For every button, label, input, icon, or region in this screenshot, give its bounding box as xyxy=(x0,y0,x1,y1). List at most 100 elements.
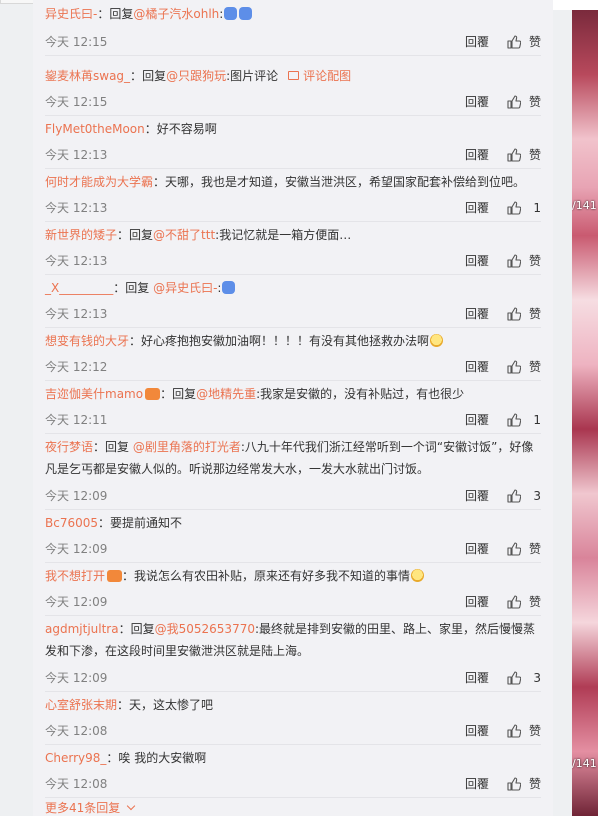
like-count: 赞 xyxy=(528,595,541,609)
separator: ： xyxy=(160,387,173,401)
comment-meta: 今天 12:13 回覆 赞 xyxy=(45,253,541,269)
like-button[interactable]: 赞 xyxy=(507,776,541,792)
comment-text: 异史氏曰-：回复@橘子汽水ohlh: xyxy=(45,3,541,25)
comment-meta: 今天 12:08 回覆 赞 xyxy=(45,723,541,739)
reply-button[interactable]: 回覆 xyxy=(465,541,489,557)
mention-link[interactable]: @地精先重 xyxy=(196,387,256,401)
reply-button[interactable]: 回覆 xyxy=(465,200,489,216)
comment-body: : xyxy=(217,281,222,295)
comment-body: 好心疼抱抱安徽加油啊！！！！有没有其他拯救办法啊 xyxy=(141,334,430,348)
comment-meta: 今天 12:12 回覆 赞 xyxy=(45,359,541,375)
thumbs-up-icon xyxy=(507,201,522,215)
reply-button[interactable]: 回覆 xyxy=(465,253,489,269)
like-button[interactable]: 赞 xyxy=(507,594,541,610)
like-button[interactable]: 3 xyxy=(507,488,541,504)
comment-username[interactable]: 夜行梦语 xyxy=(45,440,93,454)
comment-username[interactable]: _X_________ xyxy=(45,281,113,295)
comment-item: agdmjtjultra：回复@我5052653770:最终就是排到安徽的田里、… xyxy=(45,615,541,692)
vip-badge-icon xyxy=(107,569,123,582)
comment-username[interactable]: Cherry98_ xyxy=(45,751,106,765)
reply-button[interactable]: 回覆 xyxy=(465,306,489,322)
comment-username[interactable]: 何时才能成为大学霸 xyxy=(45,175,153,189)
comment-text: 新世界的矮子：回复@不甜了ttt:我记忆就是一箱方便面… xyxy=(45,224,541,246)
thumbs-up-icon xyxy=(507,148,522,162)
comment-item: 想变有钱的大牙：好心疼抱抱安徽加油啊！！！！有没有其他拯救办法啊 今天 12:12… xyxy=(45,327,541,381)
like-button[interactable]: 1 xyxy=(507,200,541,216)
like-count: 赞 xyxy=(528,360,541,374)
mention-link[interactable]: @不甜了ttt xyxy=(153,228,215,242)
reply-button[interactable]: 回覆 xyxy=(465,488,489,504)
comment-meta: 今天 12:09 回覆 赞 xyxy=(45,541,541,557)
reply-button[interactable]: 回覆 xyxy=(465,594,489,610)
separator: ： xyxy=(130,69,143,83)
comment-username[interactable]: 我不想打开 xyxy=(45,569,105,583)
like-button[interactable]: 赞 xyxy=(507,359,541,375)
mention-link[interactable]: @我5052653770 xyxy=(155,622,255,636)
comment-time: 今天 12:09 xyxy=(45,671,108,685)
comment-username[interactable]: 吉迩伽美什mamo xyxy=(45,387,143,401)
comment-meta: 今天 12:13 回覆 1 xyxy=(45,200,541,216)
reply-button[interactable]: 回覆 xyxy=(465,147,489,163)
reply-button[interactable]: 回覆 xyxy=(465,34,489,50)
mention-link[interactable]: @橘子汽水ohlh xyxy=(133,7,219,21)
reply-button[interactable]: 回覆 xyxy=(465,670,489,686)
thumbs-up-icon xyxy=(507,542,522,556)
separator: ： xyxy=(117,228,130,242)
like-button[interactable]: 赞 xyxy=(507,147,541,163)
picture-reference-link[interactable]: 评论配图 xyxy=(288,69,351,83)
like-button[interactable]: 赞 xyxy=(507,34,541,50)
mention-link[interactable]: @剧里角落的打光者 xyxy=(133,440,241,454)
like-button[interactable]: 赞 xyxy=(507,94,541,110)
thumbs-up-icon xyxy=(507,777,522,791)
thumbs-up-icon xyxy=(507,595,522,609)
reply-prefix: 回复 xyxy=(142,69,167,83)
reply-button[interactable]: 回覆 xyxy=(465,723,489,739)
comment-username[interactable]: FlyMet0theMoon xyxy=(45,122,145,136)
comment-username[interactable]: 鋆麦林苒swag_ xyxy=(45,69,130,83)
like-button[interactable]: 赞 xyxy=(507,253,541,269)
like-button[interactable]: 3 xyxy=(507,670,541,686)
like-count: 赞 xyxy=(528,35,541,49)
separator: ： xyxy=(97,7,110,21)
like-button[interactable]: 赞 xyxy=(507,306,541,322)
comment-username[interactable]: 异史氏曰- xyxy=(45,7,97,21)
comment-item: 我不想打开 ：我说怎么有农田补贴，原来还有好多我不知道的事情 今天 12:09 回覆 赞 xyxy=(45,562,541,616)
more-replies-link[interactable]: 更多41条回复 xyxy=(45,799,136,816)
comment-text: 吉迩伽美什mamo ：回复@地精先重:我家是安徽的，没有补贴过，有也很少 xyxy=(45,383,541,405)
image-icon xyxy=(288,71,300,80)
comment-item: Cherry98_：唉 我的大安徽啊 今天 12:08 回覆 赞 xyxy=(45,744,541,798)
thumbs-up-icon xyxy=(507,360,522,374)
separator: ： xyxy=(98,516,111,530)
thumbs-up-icon xyxy=(507,254,522,268)
like-count: 赞 xyxy=(528,724,541,738)
mention-link[interactable]: @异史氏曰- xyxy=(153,281,217,295)
comment-time: 今天 12:11 xyxy=(45,413,108,427)
comment-username[interactable]: Bc76005 xyxy=(45,516,98,530)
like-button[interactable]: 赞 xyxy=(507,541,541,557)
reply-button[interactable]: 回覆 xyxy=(465,776,489,792)
like-count: 3 xyxy=(533,489,541,503)
reply-button[interactable]: 回覆 xyxy=(465,94,489,110)
mention-link[interactable]: @只跟狗玩 xyxy=(166,69,226,83)
comment-username[interactable]: agdmjtjultra xyxy=(45,622,119,636)
comment-text: 想变有钱的大牙：好心疼抱抱安徽加油啊！！！！有没有其他拯救办法啊 xyxy=(45,330,541,352)
separator: ： xyxy=(113,281,126,295)
like-count: 赞 xyxy=(528,148,541,162)
like-count: 3 xyxy=(533,671,541,685)
comment-text: 心室舒张末期：天，这太惨了吧 xyxy=(45,694,541,716)
comment-text: 何时才能成为大学霸：天哪，我也是才知道，安徽当泄洪区，希望国家配套补偿给到位吧。 xyxy=(45,171,541,193)
comment-body: 天，这太惨了吧 xyxy=(129,698,214,712)
separator: ： xyxy=(122,569,135,583)
chevron-down-icon xyxy=(127,801,136,811)
comment-meta: 今天 12:15 回覆 赞 xyxy=(45,34,541,50)
comment-body: 要提前通知不 xyxy=(110,516,183,530)
comment-username[interactable]: 想变有钱的大牙 xyxy=(45,334,129,348)
like-button[interactable]: 1 xyxy=(507,412,541,428)
reply-button[interactable]: 回覆 xyxy=(465,359,489,375)
comment-text: Bc76005：要提前通知不 xyxy=(45,512,541,534)
comment-username[interactable]: 心室舒张末期 xyxy=(45,698,117,712)
comment-username[interactable]: 新世界的矮子 xyxy=(45,228,117,242)
like-button[interactable]: 赞 xyxy=(507,723,541,739)
reply-button[interactable]: 回覆 xyxy=(465,412,489,428)
emoji-icon xyxy=(430,334,444,347)
